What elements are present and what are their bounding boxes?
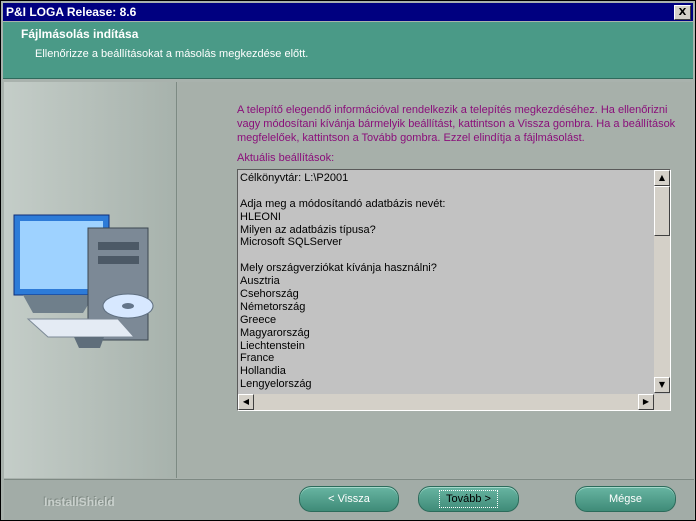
vertical-scroll-thumb[interactable] bbox=[654, 186, 670, 236]
current-settings-listbox[interactable]: Célkönyvtár: L:\P2001 Adja meg a módosít… bbox=[237, 169, 671, 411]
horizontal-scrollbar[interactable]: ◀ ▶ bbox=[238, 394, 654, 410]
close-button[interactable]: X bbox=[674, 5, 691, 20]
settings-line: Magyarország bbox=[240, 326, 310, 339]
scroll-down-icon[interactable]: ▼ bbox=[654, 377, 670, 393]
header-band: Fájlmásolás indítása Ellenőrizze a beáll… bbox=[3, 22, 693, 79]
settings-line: Németország bbox=[240, 300, 306, 313]
scroll-right-icon[interactable]: ▶ bbox=[638, 394, 654, 410]
scroll-up-icon[interactable]: ▲ bbox=[654, 170, 670, 186]
back-button-label: < Vissza bbox=[328, 493, 370, 505]
installer-window: P&I LOGA Release: 8.6 X Fájlmásolás indí… bbox=[0, 0, 696, 521]
settings-line bbox=[240, 185, 650, 198]
side-illustration-panel bbox=[4, 82, 177, 478]
settings-line: Adja meg a módosítandó adatbázis nevét: bbox=[240, 197, 446, 210]
settings-line: Célkönyvtár: L:\P2001 bbox=[240, 172, 349, 184]
vertical-scrollbar[interactable]: ▲ ▼ bbox=[654, 170, 670, 393]
next-button-label: Tovább > bbox=[439, 490, 498, 508]
title-bar[interactable]: P&I LOGA Release: 8.6 X bbox=[3, 3, 693, 21]
intro-text: A telepítő elegendő információval rendel… bbox=[237, 104, 676, 144]
cancel-button-label: Mégse bbox=[608, 493, 643, 505]
back-button[interactable]: < Vissza bbox=[299, 486, 399, 512]
settings-line: Lengyelország bbox=[240, 378, 312, 391]
settings-line: Ausztria bbox=[240, 275, 280, 288]
settings-line: Greece bbox=[240, 313, 277, 326]
page-title: Fájlmásolás indítása bbox=[21, 27, 139, 41]
settings-line: HLEONI bbox=[240, 210, 281, 223]
next-button[interactable]: Tovább > bbox=[418, 486, 519, 512]
settings-line: Milyen az adatbázis típusa? bbox=[240, 223, 376, 236]
scroll-left-icon[interactable]: ◀ bbox=[238, 394, 254, 410]
settings-line: Liechtenstein bbox=[240, 339, 305, 352]
settings-line: Hollandia bbox=[240, 365, 286, 378]
page-subtitle: Ellenőrizze a beállításokat a másolás me… bbox=[35, 48, 309, 60]
computer-illustration-icon bbox=[13, 214, 154, 348]
settings-line: Mely országverziókat kívánja használni? bbox=[240, 262, 437, 275]
settings-lines: Célkönyvtár: L:\P2001 Adja meg a módosít… bbox=[240, 172, 650, 392]
settings-line: Microsoft SQLServer bbox=[240, 236, 343, 249]
cancel-button[interactable]: Mégse bbox=[575, 486, 676, 512]
window-title: P&I LOGA Release: 8.6 bbox=[6, 5, 137, 19]
settings-line: France bbox=[240, 352, 275, 365]
footer-bar: InstallShield < Vissza Tovább > Mégse bbox=[4, 479, 694, 520]
settings-label: Aktuális beállítások: bbox=[237, 152, 335, 164]
installshield-logo: InstallShield bbox=[44, 495, 115, 509]
settings-line bbox=[240, 249, 650, 262]
scroll-corner bbox=[654, 394, 670, 410]
settings-line: Csehország bbox=[240, 288, 299, 301]
